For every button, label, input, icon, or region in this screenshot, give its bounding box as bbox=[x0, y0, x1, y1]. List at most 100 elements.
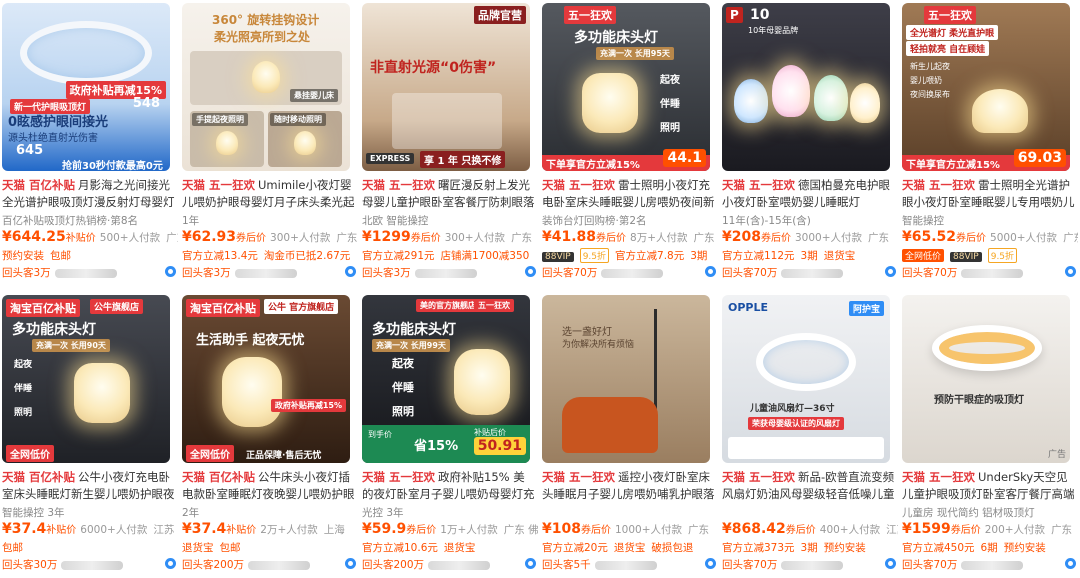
product-title[interactable]: 天猫 五一狂欢雷士照明小夜灯充电卧室床头睡眠婴儿房喂奶夜间新生... bbox=[542, 177, 716, 211]
thumb-headline: 多功能床头灯 bbox=[574, 30, 658, 46]
thumb-price-small: 548 bbox=[132, 96, 160, 111]
thumb-headline: 儿童油风扇灯—36寸 bbox=[750, 404, 835, 414]
cart-icon[interactable] bbox=[165, 558, 176, 569]
shop-line[interactable]: 回头客200万 bbox=[362, 557, 538, 572]
platform-tag: 天猫 百亿补贴 bbox=[2, 470, 76, 484]
thumb-headline: 多功能床头灯 bbox=[12, 322, 96, 338]
product-thumbnail[interactable]: 淘宝百亿补贴 公牛旗舰店 多功能床头灯 充满一次 长用90天 起夜 伴睡 照明 … bbox=[2, 295, 170, 463]
product-card[interactable]: 淘宝百亿补贴 公牛旗舰店 多功能床头灯 充满一次 长用90天 起夜 伴睡 照明 … bbox=[0, 292, 180, 578]
product-card[interactable]: P 10 10年母婴品牌 天猫 五一狂欢 德国柏曼充电护眼小夜灯卧室喂奶婴儿睡眠灯… bbox=[720, 0, 900, 286]
product-card[interactable]: 政府补贴再减15% 548 新一代护眼吸顶灯 0眩感护眼间接光 源头杜绝直射光伤… bbox=[0, 0, 180, 286]
cart-icon[interactable] bbox=[705, 266, 716, 277]
shop-line[interactable]: 回头客3万 bbox=[2, 265, 178, 280]
shop-line[interactable]: 回头客70万 bbox=[902, 557, 1078, 572]
product-title[interactable]: 天猫 百亿补贴公牛床头小夜灯插电款卧室睡眠灯夜晚婴儿喂奶护眼灯... bbox=[182, 469, 356, 503]
product-thumbnail[interactable]: 选一盏好灯 为你解决所有烦恼 bbox=[542, 295, 710, 463]
product-card[interactable]: 选一盏好灯 为你解决所有烦恼 天猫 五一狂欢 遥控小夜灯卧室床头睡眠月子婴儿房喂奶… bbox=[540, 292, 720, 578]
certification-badge: 阿护宝 bbox=[848, 301, 884, 316]
shop-line[interactable]: 回头客30万 bbox=[2, 557, 178, 572]
shop-line[interactable]: 回头客70万 bbox=[902, 265, 1078, 280]
product-title[interactable]: 天猫 五一狂欢新品-欧普直流变频风扇灯奶油风母婴级轻音低噪儿童房... bbox=[722, 469, 896, 503]
product-thumbnail[interactable]: 政府补贴再减15% 548 新一代护眼吸顶灯 0眩感护眼间接光 源头杜绝直射光伤… bbox=[2, 3, 170, 171]
shop-line[interactable]: 回头客3万 bbox=[182, 265, 358, 280]
product-title[interactable]: 天猫 五一狂欢Umimile小夜灯婴儿喂奶护眼母婴灯月子床头柔光起夜... bbox=[182, 177, 356, 211]
product-thumbnail[interactable]: 预防干眼症的吸顶灯 广告 bbox=[902, 295, 1070, 463]
promo-line: 官方立减10.6元 退货宝 bbox=[362, 542, 476, 554]
shop-line[interactable]: 回头客70万 bbox=[722, 557, 898, 572]
product-title[interactable]: 天猫 百亿补贴公牛小夜灯充电卧室床头睡眠灯新生婴儿喂奶护眼夜间... bbox=[2, 469, 176, 503]
product-thumbnail[interactable]: 淘宝百亿补贴 公牛 官方旗舰店 生活助手 起夜无忧 政府补贴再减15% 全网低价… bbox=[182, 295, 350, 463]
cart-icon[interactable] bbox=[525, 266, 536, 277]
price-line: ¥1299券后价 300+人付款 广东 bbox=[362, 229, 533, 245]
cart-icon[interactable] bbox=[165, 266, 176, 277]
thumb-banner: 正品保障·售后无忧 bbox=[246, 451, 322, 461]
express-badge: EXPRESS bbox=[366, 153, 415, 164]
platform-tag: 天猫 五一狂欢 bbox=[902, 470, 976, 484]
price-line: ¥208券后价 3000+人付款 广东 bbox=[722, 229, 889, 245]
blurred-shop-name bbox=[61, 560, 124, 570]
thumb-price: 44.1 bbox=[663, 149, 706, 167]
price-line: ¥1599券后价 200+人付款 广东 bbox=[902, 521, 1073, 537]
thumb-price-big: 645 bbox=[16, 143, 44, 158]
cart-icon[interactable] bbox=[345, 266, 356, 277]
shop-line[interactable]: 回头客70万 bbox=[722, 265, 898, 280]
brand-badge: 美的官方旗舰店 bbox=[416, 299, 480, 312]
cart-icon[interactable] bbox=[525, 558, 536, 569]
product-card[interactable]: 五一狂欢 多功能床头灯 充满一次 长用95天 起夜 伴睡 照明 下单享官方立减1… bbox=[540, 0, 720, 286]
product-title[interactable]: 天猫 五一狂欢 德国柏曼充电护眼小夜灯卧室喂奶婴儿睡眠灯 bbox=[722, 177, 896, 211]
product-card[interactable]: OPPLE 阿护宝 儿童油风扇灯—36寸 荣获母婴级认证的风扇灯 天猫 五一狂欢… bbox=[720, 292, 900, 578]
product-title[interactable]: 天猫 五一狂欢曙匠漫反射上发光 母婴儿童护眼卧室客餐厅防刺眼落地... bbox=[362, 177, 536, 211]
product-card[interactable]: 美的官方旗舰店 五一狂欢 多功能床头灯 充满一次 长用99天 起夜 伴睡 照明 … bbox=[360, 292, 540, 578]
product-title[interactable]: 天猫 百亿补贴月影海之光间接光全光谱护眼吸顶灯漫反射灯母婴灯儿... bbox=[2, 177, 176, 211]
product-thumbnail[interactable]: P 10 10年母婴品牌 bbox=[722, 3, 890, 171]
shop-line[interactable]: 回头客70万 bbox=[542, 265, 718, 280]
shop-line[interactable]: 回头客5千 bbox=[542, 557, 718, 572]
cart-icon[interactable] bbox=[345, 558, 356, 569]
product-title[interactable]: 天猫 五一狂欢政府补贴15% 美的夜灯卧室月子婴儿喂奶母婴灯充电床... bbox=[362, 469, 536, 503]
ceiling-lamp-image bbox=[932, 325, 1042, 371]
years-badge: 10 bbox=[750, 7, 770, 23]
platform-tag: 天猫 百亿补贴 bbox=[182, 470, 256, 484]
thumb-subline: 充满一次 长用99天 bbox=[372, 339, 450, 352]
product-title[interactable]: 天猫 五一狂欢UnderSky天空见 儿童护眼吸顶灯卧室客厅餐厅高端l... bbox=[902, 469, 1076, 503]
ceiling-lamp-image bbox=[20, 21, 152, 85]
platform-tag: 天猫 百亿补贴 bbox=[2, 178, 76, 192]
product-thumbnail[interactable]: 品牌官营 非直射光源“0伤害” EXPRESS 享 1 年 只换不修 bbox=[362, 3, 530, 171]
mode-label: 照明 bbox=[660, 123, 680, 134]
product-title[interactable]: 天猫 五一狂欢雷士照明全光谱护眼小夜灯卧室睡眠婴儿专用喂奶儿童... bbox=[902, 177, 1076, 211]
platform-tag: 天猫 五一狂欢 bbox=[722, 178, 796, 192]
product-thumbnail[interactable]: OPPLE 阿护宝 儿童油风扇灯—36寸 荣获母婴级认证的风扇灯 bbox=[722, 295, 890, 463]
product-card[interactable]: 预防干眼症的吸顶灯 广告 天猫 五一狂欢 UnderSky天空见 儿童护眼吸顶灯卧… bbox=[900, 292, 1080, 578]
cart-icon[interactable] bbox=[885, 266, 896, 277]
product-thumbnail[interactable]: 五一狂欢 全光谱灯 柔光直护眼 轻拍就亮 自在顾娃 新生儿起夜 婴儿喂奶 夜间换… bbox=[902, 3, 1070, 171]
product-subtitle: 儿童房 现代简约 铝材吸顶灯 bbox=[902, 507, 1035, 519]
product-title[interactable]: 天猫 五一狂欢遥控小夜灯卧室床头睡眠月子婴儿房喂奶哺乳护眼落地... bbox=[542, 469, 716, 503]
thumb-banner: 下单享官方立减15% bbox=[546, 160, 640, 171]
product-thumbnail[interactable]: 五一狂欢 多功能床头灯 充满一次 长用95天 起夜 伴睡 照明 下单享官方立减1… bbox=[542, 3, 710, 171]
shop-line[interactable]: 回头客200万 bbox=[182, 557, 358, 572]
cart-icon[interactable] bbox=[885, 558, 896, 569]
thumb-subline: 荣获母婴级认证的风扇灯 bbox=[748, 417, 844, 430]
armchair-image bbox=[562, 397, 658, 453]
cart-icon[interactable] bbox=[1065, 266, 1076, 277]
product-card[interactable]: 淘宝百亿补贴 公牛 官方旗舰店 生活助手 起夜无忧 政府补贴再减15% 全网低价… bbox=[180, 292, 360, 578]
product-card[interactable]: 品牌官营 非直射光源“0伤害” EXPRESS 享 1 年 只换不修 天猫 五一… bbox=[360, 0, 540, 286]
product-card[interactable]: 360° 旋转挂钩设计 柔光照亮所到之处 悬挂婴儿床 手提起夜照明 随时移动照明… bbox=[180, 0, 360, 286]
product-thumbnail[interactable]: 360° 旋转挂钩设计 柔光照亮所到之处 悬挂婴儿床 手提起夜照明 随时移动照明 bbox=[182, 3, 350, 171]
mode-label: 起夜 bbox=[392, 357, 414, 370]
blurred-shop-name bbox=[781, 560, 844, 570]
price-caption: 到手价 bbox=[368, 430, 392, 439]
thumb-headline: 选一盏好灯 bbox=[562, 327, 612, 338]
price: ¥644.25 bbox=[2, 229, 66, 245]
platform-tag: 天猫 五一狂欢 bbox=[362, 178, 436, 192]
price: ¥41.88 bbox=[542, 229, 597, 245]
product-thumbnail[interactable]: 美的官方旗舰店 五一狂欢 多功能床头灯 充满一次 长用99天 起夜 伴睡 照明 … bbox=[362, 295, 530, 463]
cart-icon[interactable] bbox=[705, 558, 716, 569]
product-subtitle: 光控 3年 bbox=[362, 507, 404, 519]
blurred-shop-name bbox=[601, 268, 664, 278]
mode-label: 照明 bbox=[392, 405, 414, 418]
product-card[interactable]: 五一狂欢 全光谱灯 柔光直护眼 轻拍就亮 自在顾娃 新生儿起夜 婴儿喂奶 夜间换… bbox=[900, 0, 1080, 286]
cart-icon[interactable] bbox=[1065, 558, 1076, 569]
price-line: ¥59.9券后价1万+人付款广东 佛山 bbox=[362, 521, 538, 537]
shop-line[interactable]: 回头客3万 bbox=[362, 265, 538, 280]
